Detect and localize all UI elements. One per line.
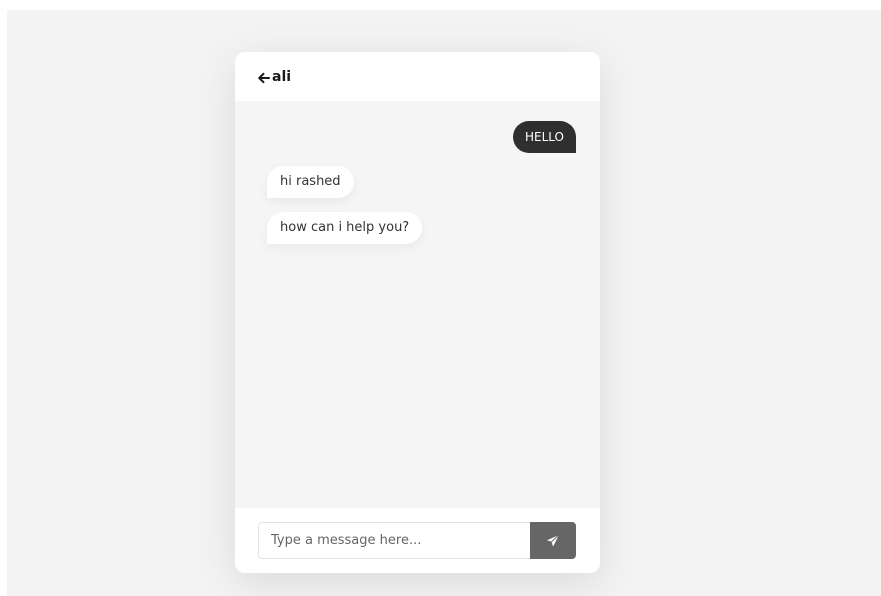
chat-window: ali HELLO hi rashed how can i help you? [235,52,600,573]
message-composer [235,508,600,573]
page-background: ali HELLO hi rashed how can i help you? [7,10,881,596]
send-button[interactable] [530,522,576,559]
received-message: how can i help you? [267,212,423,244]
contact-name: ali [272,69,292,85]
message-input[interactable] [258,522,530,559]
chat-header: ali [235,52,600,101]
paper-plane-icon [546,534,560,548]
back-button[interactable]: ali [257,67,291,87]
sent-message: HELLO [513,121,576,153]
received-message: hi rashed [267,166,354,198]
arrow-left-icon [257,70,271,84]
